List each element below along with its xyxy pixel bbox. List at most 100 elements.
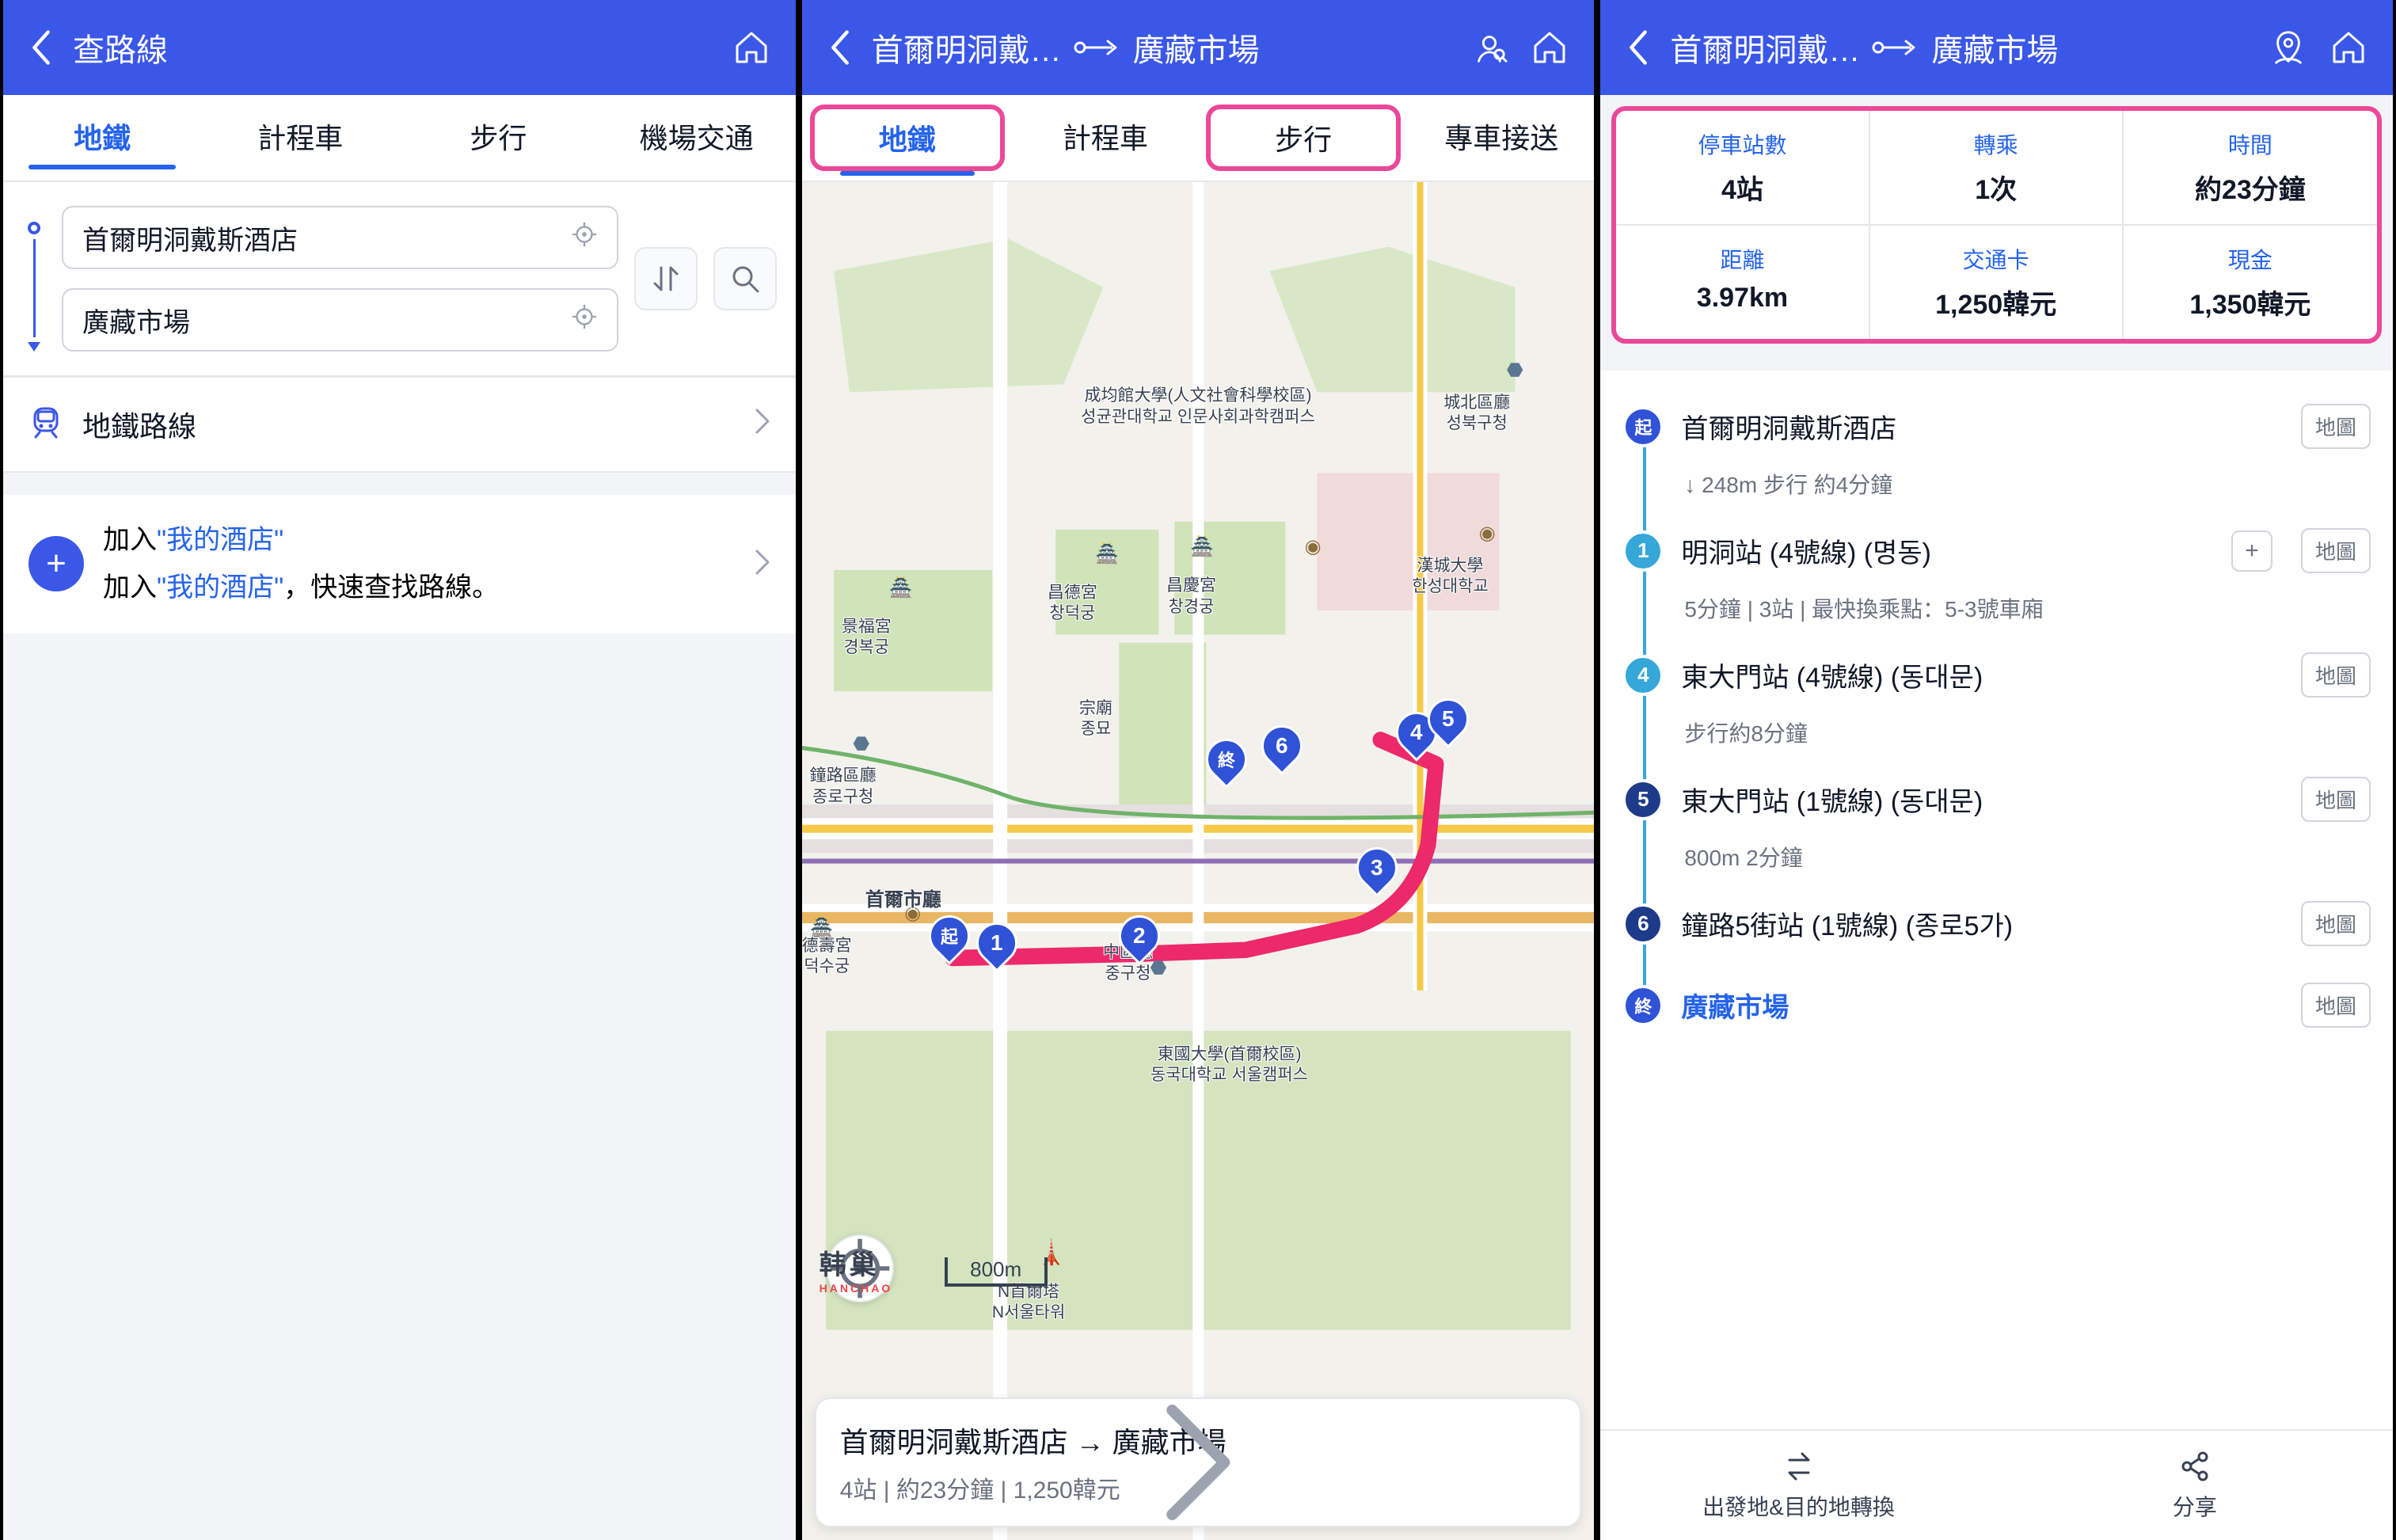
add-my-hotel-item[interactable]: + 加入"我的酒店" 加入"我的酒店"，快速查找路線。 xyxy=(3,495,796,633)
ride-info: 800m 2分鐘 xyxy=(1684,841,1802,873)
tab-taxi[interactable]: 計程車 xyxy=(1013,116,1198,160)
end-badge: 終 xyxy=(1622,985,1664,1026)
header-from: 首爾明洞戴… xyxy=(1670,25,1860,70)
map-button[interactable]: 地圖 xyxy=(2301,983,2371,1028)
tab-taxi[interactable]: 計程車 xyxy=(201,116,399,160)
destination-input[interactable]: 廣藏市場 xyxy=(62,288,618,352)
step-1: 1 明洞站 (4號線) (명동) + 地圖 xyxy=(1622,514,2371,587)
tab-walk[interactable]: 步行 xyxy=(1206,105,1401,171)
search-button[interactable] xyxy=(713,247,777,310)
tab-subway[interactable]: 地鐵 xyxy=(3,116,201,160)
header: 首爾明洞戴… 廣藏市場 xyxy=(1600,0,2393,95)
header-route: 首爾明洞戴… 廣藏市場 xyxy=(872,25,1452,70)
subway-icon xyxy=(29,404,63,446)
map-label: 城北區廳성북구청 xyxy=(1443,393,1510,435)
back-button[interactable] xyxy=(824,32,856,63)
header-to: 廣藏市場 xyxy=(1931,25,2058,70)
share-button[interactable]: 分享 xyxy=(1997,1431,2393,1540)
swap-button[interactable] xyxy=(634,247,698,310)
locate-me-icon[interactable] xyxy=(571,221,598,255)
subway-lines-label: 地鐵路線 xyxy=(82,404,196,445)
map-label: 鐘路區廳종로구청 xyxy=(810,766,877,808)
route-line-icon xyxy=(22,206,46,352)
destination-text: 廣藏市場 xyxy=(82,301,190,340)
hotel-add-title: 加入"我的酒店" xyxy=(103,519,499,561)
step-4: 4 東大門站 (4號線) (동대문) 地圖 xyxy=(1622,638,2371,712)
tab-airport[interactable]: 機場交通 xyxy=(598,116,796,160)
map-label: N首爾塔N서울타워 xyxy=(992,1282,1065,1324)
expand-button[interactable]: + xyxy=(2231,530,2272,572)
office-icon: ⬣ xyxy=(850,732,873,756)
walk-info: 步行約8分鐘 xyxy=(1684,717,1808,748)
step-start: 起 首爾明洞戴斯酒店 地圖 xyxy=(1622,390,2371,463)
origin-text: 首爾明洞戴斯酒店 xyxy=(82,219,298,257)
map-label: 漢城大學한성대학교 xyxy=(1412,556,1489,598)
nearby-icon[interactable] xyxy=(1467,25,1512,70)
map-canvas[interactable]: 🏯 🏯 🏯 🏯 🗼 ◉ ◉ ◉ ⬣ ⬣ ⬣ 成均館大學(人文社會科學校區)성균관… xyxy=(802,182,1595,1540)
ride-info: 5分鐘 | 3站 | 最快換乘點：5-3號車廂 xyxy=(1684,592,2043,624)
route-summary-card[interactable]: 首爾明洞戴斯酒店 → 廣藏市場 4站 | 約23分鐘 | 1,250韓元 xyxy=(815,1397,1582,1527)
bottom-action-bar: 出發地&目的地轉換 分享 xyxy=(1600,1429,2393,1540)
tab-subway[interactable]: 地鐵 xyxy=(810,105,1005,171)
palace-icon: 🏯 xyxy=(1190,535,1214,559)
route-arrow-icon xyxy=(1871,36,1920,59)
back-button[interactable] xyxy=(25,32,57,63)
route-stats-grid: 停車站數4站 轉乘1次 時間約23分鐘 距離3.97km 交通卡1,250韓元 … xyxy=(1611,106,2382,344)
locate-me-icon[interactable] xyxy=(571,303,598,337)
start-badge: 起 xyxy=(1622,406,1664,447)
mode-tabs: 地鐵 計程車 步行 專車接送 xyxy=(802,95,1595,182)
step-end: 終 廣藏市場 地圖 xyxy=(1622,968,2371,1042)
route-arrow-icon xyxy=(1073,36,1122,59)
swap-route-button[interactable]: 出發地&目的地轉換 xyxy=(1600,1431,1996,1540)
header-title: 查路線 xyxy=(73,25,168,70)
walk-info: ↓ 248m 步行 約4分鐘 xyxy=(1684,468,1892,500)
landmark-icon: ◉ xyxy=(1301,535,1325,559)
map-label: 首爾市廳 xyxy=(865,888,941,912)
step-badge: 6 xyxy=(1622,903,1664,945)
map-brand: 韩巢HANCHAO xyxy=(820,1243,893,1295)
map-pin-icon[interactable] xyxy=(2266,25,2310,70)
plus-icon: + xyxy=(29,536,84,591)
swap-label: 出發地&目的地轉換 xyxy=(1702,1490,1895,1522)
header: 查路線 xyxy=(3,0,796,95)
map-label: 宗廟종묘 xyxy=(1079,698,1112,740)
palace-icon: 🏯 xyxy=(889,576,913,599)
map-scale: 800m xyxy=(945,1257,1048,1287)
chevron-right-icon xyxy=(755,549,770,580)
map-button[interactable]: 地圖 xyxy=(2301,777,2371,822)
step-5: 5 東大門站 (1號線) (동대문) 地圖 xyxy=(1622,762,2371,836)
mode-tabs: 地鐵 計程車 步行 機場交通 xyxy=(3,95,796,182)
map-button[interactable]: 地圖 xyxy=(2301,901,2371,946)
map-button[interactable]: 地圖 xyxy=(2301,652,2371,698)
map-label: 德壽宮덕수궁 xyxy=(802,936,852,978)
screen-route-map: 首爾明洞戴… 廣藏市場 地鐵 計程車 步行 專車接送 xyxy=(799,0,1598,1540)
step-badge: 1 xyxy=(1622,530,1664,572)
hotel-add-desc: 加入"我的酒店"，快速查找路線。 xyxy=(103,566,499,609)
tab-shuttle[interactable]: 專車接送 xyxy=(1409,116,1594,160)
home-icon[interactable] xyxy=(1527,25,1572,70)
tab-walk[interactable]: 步行 xyxy=(399,116,597,160)
route-step-list: 起 首爾明洞戴斯酒店 地圖 ↓ 248m 步行 約4分鐘 1 明洞站 (4號線)… xyxy=(1600,371,2393,1429)
subway-lines-item[interactable]: 地鐵路線 xyxy=(3,378,796,473)
header-to: 廣藏市場 xyxy=(1133,25,1260,70)
route-input-panel: 首爾明洞戴斯酒店 廣藏市場 xyxy=(3,182,796,378)
back-button[interactable] xyxy=(1622,32,1654,63)
origin-input[interactable]: 首爾明洞戴斯酒店 xyxy=(62,206,618,269)
map-label: 昌慶宮창경궁 xyxy=(1166,576,1216,618)
map-button[interactable]: 地圖 xyxy=(2301,404,2371,449)
map-label: 景福宮경복궁 xyxy=(842,617,892,659)
map-button[interactable]: 地圖 xyxy=(2301,528,2371,573)
home-icon[interactable] xyxy=(729,25,774,70)
map-label: 昌德宮창덕궁 xyxy=(1048,583,1097,625)
step-badge: 5 xyxy=(1622,779,1664,820)
office-icon: ⬣ xyxy=(1503,359,1527,382)
header-route: 首爾明洞戴… 廣藏市場 xyxy=(1670,25,2250,70)
palace-icon: 🏯 xyxy=(1095,542,1119,565)
map-label: 東國大學(首爾校區)동국대학교 서울캠퍼스 xyxy=(1150,1044,1308,1086)
header: 首爾明洞戴… 廣藏市場 xyxy=(802,0,1595,95)
screen-route-search: 查路線 地鐵 計程車 步行 機場交通 首爾明洞戴斯酒店 xyxy=(0,0,799,1540)
share-label: 分享 xyxy=(2173,1490,2217,1522)
home-icon[interactable] xyxy=(2326,25,2371,70)
step-badge: 4 xyxy=(1622,655,1664,696)
map-label: 成均館大學(人文社會科學校區)성균관대학교 인문사회과학캠퍼스 xyxy=(1016,386,1380,428)
